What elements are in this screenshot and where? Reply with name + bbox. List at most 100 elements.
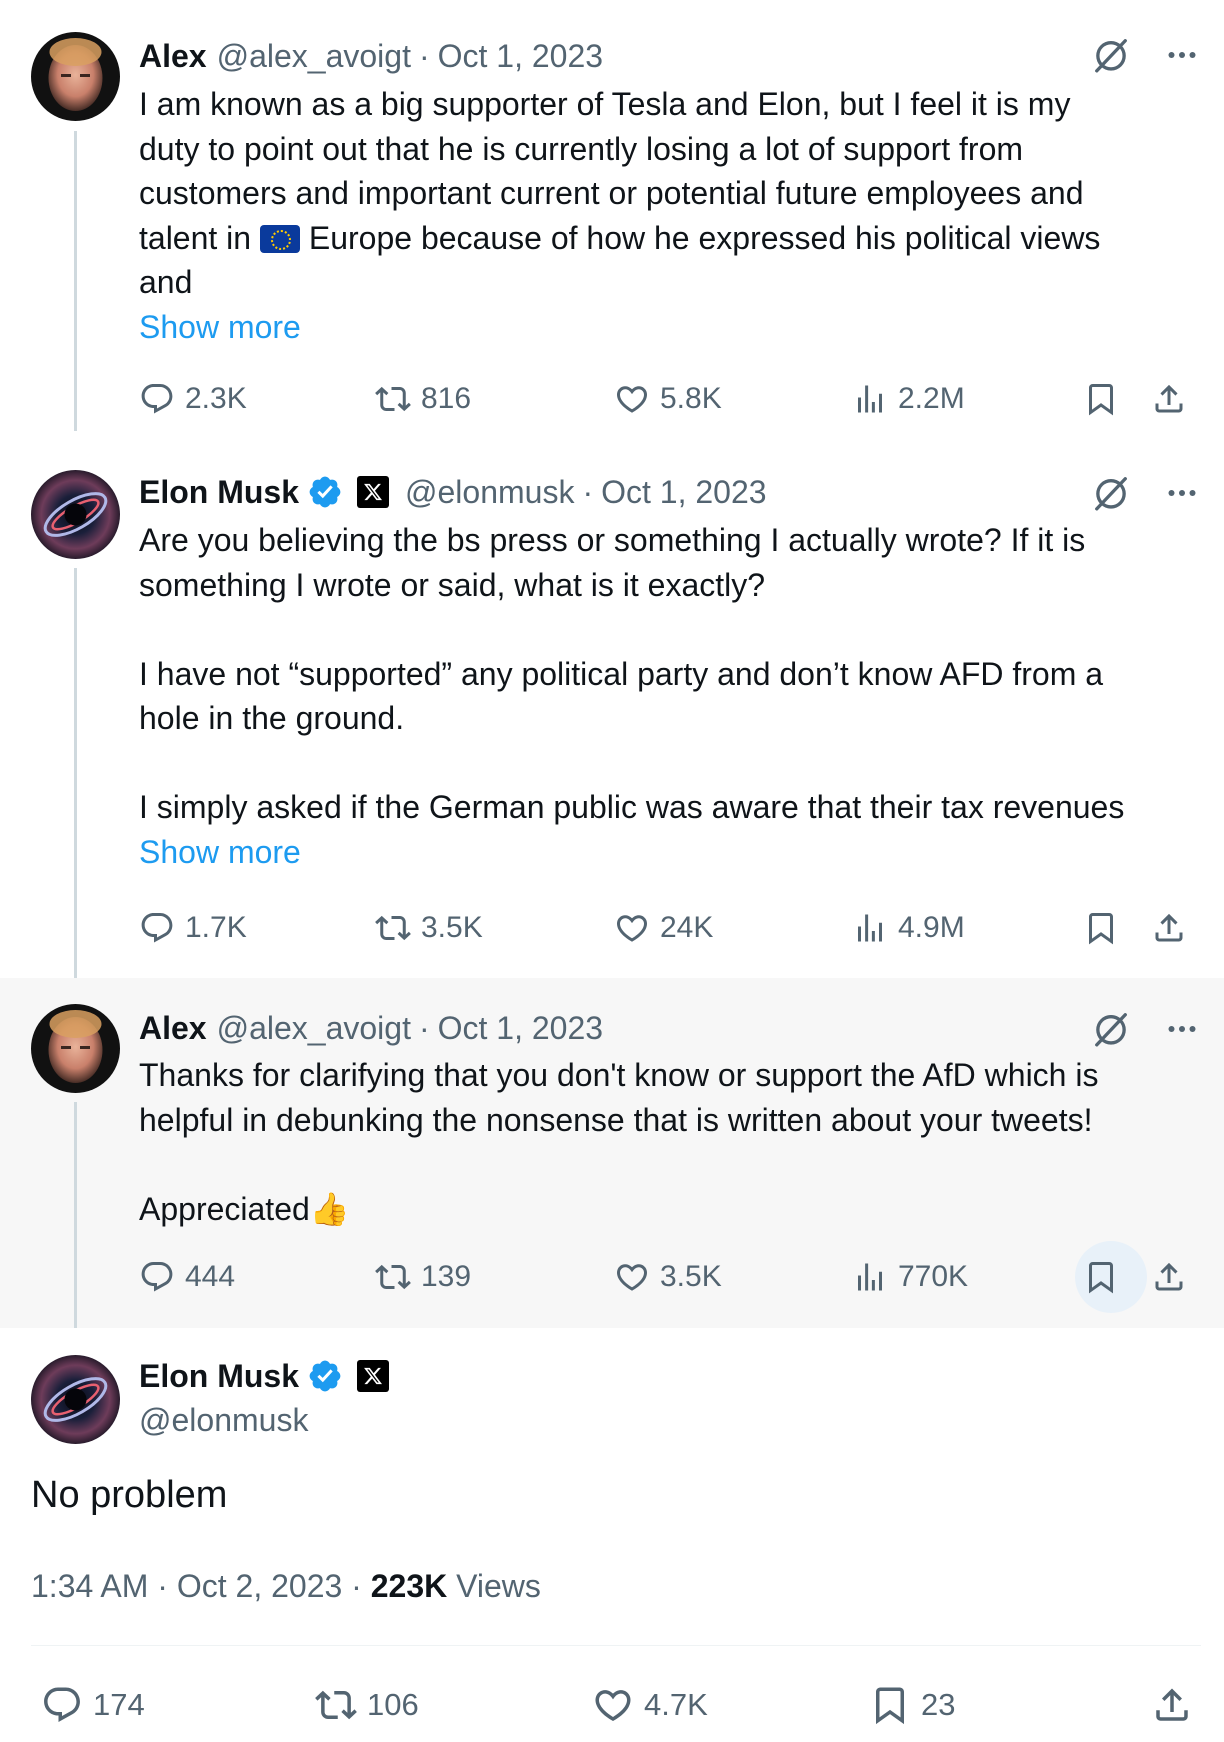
tweet-text: Are you believing the bs press or someth… — [139, 518, 1199, 874]
tweet-date[interactable]: Oct 1, 2023 — [438, 38, 603, 75]
share-icon — [1151, 910, 1187, 946]
bookmark-button[interactable] — [1083, 1252, 1119, 1302]
share-button[interactable] — [1151, 1252, 1187, 1302]
grok-icon[interactable] — [1092, 36, 1130, 74]
author-handle[interactable]: @alex_avoigt — [217, 38, 411, 75]
repost-icon — [375, 381, 411, 417]
repost-button[interactable]: 816 — [375, 374, 471, 424]
bookmark-count: 23 — [921, 1687, 956, 1722]
share-button[interactable] — [1151, 903, 1187, 953]
like-button[interactable]: 5.8K — [614, 374, 722, 424]
reply-button[interactable]: 174 — [41, 1680, 145, 1730]
grok-icon[interactable] — [1092, 1010, 1130, 1048]
bookmark-button[interactable]: 23 — [869, 1680, 955, 1730]
text-line: I simply asked if the German public was … — [139, 789, 1125, 825]
show-more-link[interactable]: Show more — [139, 305, 1199, 350]
reply-count: 444 — [185, 1260, 236, 1293]
text-line: duty to point out that he is currently l… — [139, 130, 1024, 167]
tweet-date[interactable]: Oct 1, 2023 — [601, 474, 766, 511]
like-count: 5.8K — [660, 382, 722, 415]
repost-button[interactable]: 139 — [375, 1252, 471, 1302]
author-name[interactable]: Alex — [139, 38, 207, 75]
share-button[interactable] — [1151, 374, 1187, 424]
tweet-text: I am known as a big supporter of Tesla a… — [139, 82, 1199, 349]
tweet-actions: 444 139 3.5K 770K — [139, 1252, 1199, 1302]
views-button[interactable]: 770K — [852, 1252, 968, 1302]
avatar-elon[interactable] — [31, 1355, 120, 1444]
reply-button[interactable]: 1.7K — [139, 903, 247, 953]
like-icon — [614, 381, 650, 417]
tweet-2[interactable]: Elon Musk @elonmusk · Oct 1, 2023 Are yo… — [0, 432, 1224, 978]
like-button[interactable]: 4.7K — [592, 1680, 708, 1730]
main-tweet-text: No problem — [31, 1474, 228, 1516]
views-count: 770K — [898, 1260, 969, 1293]
main-tweet-actions: 174 106 4.7K 23 — [31, 1680, 1201, 1730]
repost-count: 3.5K — [421, 911, 483, 944]
author-name[interactable]: Elon Musk — [139, 1358, 299, 1395]
more-icon[interactable] — [1164, 37, 1200, 73]
tweet-header: Elon Musk @elonmusk · Oct 1, 2023 — [139, 470, 767, 514]
verified-badge-icon — [307, 1358, 343, 1394]
tweet-1[interactable]: Alex @alex_avoigt · Oct 1, 2023 I am kno… — [0, 0, 1224, 432]
tweet-time[interactable]: 1:34 AM — [31, 1568, 148, 1604]
views-icon — [852, 1259, 888, 1295]
views-count: 2.2M — [898, 382, 965, 415]
views-count: 223K — [370, 1568, 448, 1604]
views-button[interactable]: 2.2M — [852, 374, 965, 424]
separator-dot: · — [418, 1009, 430, 1046]
like-button[interactable]: 3.5K — [614, 1252, 722, 1302]
views-button[interactable]: 4.9M — [852, 903, 965, 953]
author-handle[interactable]: @alex_avoigt — [217, 1010, 411, 1047]
avatar-alex[interactable] — [31, 1004, 120, 1093]
share-button[interactable] — [1151, 1680, 1193, 1730]
bookmark-icon — [1083, 381, 1119, 417]
repost-button[interactable]: 106 — [315, 1680, 419, 1730]
text-fragment: Appreciated — [139, 1190, 310, 1227]
bookmark-button[interactable] — [1083, 903, 1119, 953]
tweet-3[interactable]: Alex @alex_avoigt · Oct 1, 2023 Thanks f… — [0, 978, 1224, 1328]
repost-count: 106 — [367, 1687, 419, 1722]
reply-button[interactable]: 2.3K — [139, 374, 247, 424]
text-fragment: Europe because of how he expressed his p… — [308, 219, 1101, 256]
tweet-text: Thanks for clarifying that you don't kno… — [139, 1053, 1199, 1231]
reply-icon — [139, 910, 175, 946]
grok-icon[interactable] — [1092, 474, 1130, 512]
thumbs-up-emoji: 👍 — [309, 1190, 350, 1227]
avatar-alex[interactable] — [31, 32, 120, 121]
tweet-date[interactable]: Oct 2, 2023 — [177, 1568, 342, 1604]
text-line: talent in Europe because of how he expre… — [139, 216, 1199, 261]
text-line: something I wrote or said, what is it ex… — [139, 566, 766, 603]
bookmark-icon — [1083, 910, 1119, 946]
text-line: hole in the ground. — [139, 700, 405, 736]
eu-flag-icon — [259, 224, 300, 253]
more-icon[interactable] — [1164, 475, 1200, 511]
author-name[interactable]: Elon Musk — [139, 474, 299, 511]
bookmark-icon — [1083, 1259, 1119, 1295]
text-line: Appreciated👍 — [139, 1187, 1199, 1232]
reply-count: 174 — [93, 1687, 145, 1722]
tweet-actions: 1.7K 3.5K 24K 4.9M — [139, 903, 1199, 953]
author-handle[interactable]: @elonmusk — [139, 1402, 308, 1439]
repost-count: 816 — [421, 382, 472, 415]
tweet-top-icons — [1092, 36, 1200, 74]
like-button[interactable]: 24K — [614, 903, 713, 953]
tweet-top-icons — [1092, 1010, 1200, 1048]
tweet-date[interactable]: Oct 1, 2023 — [438, 1010, 603, 1047]
reply-icon — [139, 1259, 175, 1295]
like-icon — [614, 1259, 650, 1295]
reply-button[interactable]: 444 — [139, 1252, 235, 1302]
more-icon[interactable] — [1164, 1011, 1200, 1047]
views-count: 4.9M — [898, 911, 965, 944]
author-handle[interactable]: @elonmusk — [405, 474, 574, 511]
avatar-elon[interactable] — [31, 470, 120, 559]
author-name[interactable]: Alex — [139, 1010, 207, 1047]
bookmark-button[interactable] — [1083, 374, 1119, 424]
like-count: 3.5K — [660, 1260, 722, 1293]
tweet-header: Alex @alex_avoigt · Oct 1, 2023 — [139, 34, 603, 78]
repost-count: 139 — [421, 1260, 472, 1293]
text-line: Are you believing the bs press or someth… — [139, 522, 1086, 558]
share-icon — [1151, 1259, 1187, 1295]
show-more-link[interactable]: Show more — [139, 830, 1199, 875]
text-line: customers and important current or poten… — [139, 175, 1084, 211]
repost-button[interactable]: 3.5K — [375, 903, 483, 953]
